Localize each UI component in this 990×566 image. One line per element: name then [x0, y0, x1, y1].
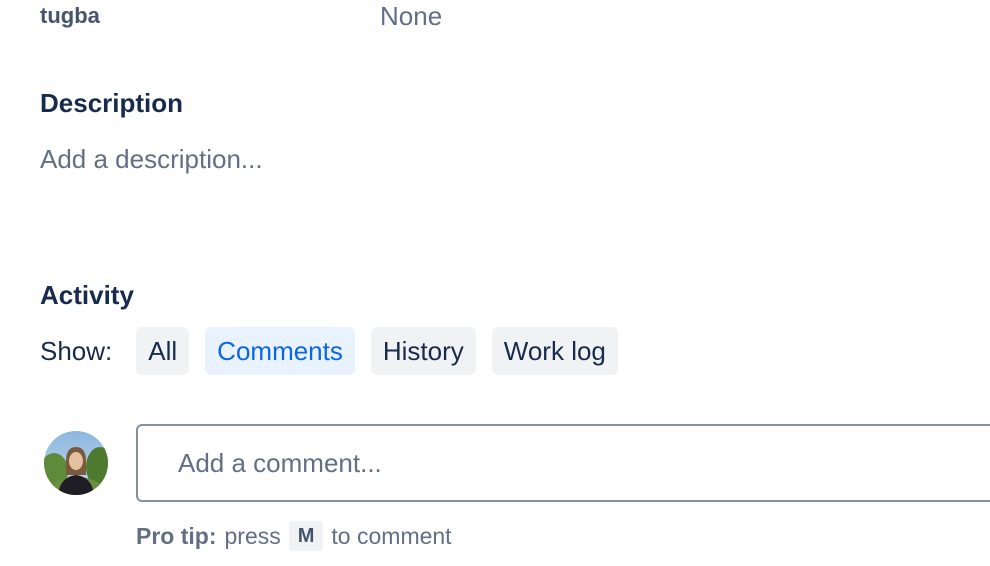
activity-filter-bar: Show: All Comments History Work log [40, 327, 634, 375]
filter-worklog-button[interactable]: Work log [491, 327, 618, 375]
shortcut-key: M [288, 521, 324, 551]
comment-input[interactable]: Add a comment... [136, 424, 990, 502]
description-heading: Description [40, 88, 184, 118]
field-row: tugba None [0, 0, 990, 34]
field-value[interactable]: None [380, 1, 442, 31]
show-label: Show: [40, 336, 113, 366]
activity-heading: Activity [40, 280, 134, 310]
filter-all-button[interactable]: All [136, 327, 190, 375]
pro-tip-text-before: press [224, 522, 281, 549]
user-avatar-icon [44, 431, 108, 495]
field-label: tugba [40, 3, 100, 28]
pro-tip-label: Pro tip: [136, 522, 217, 549]
user-avatar[interactable] [44, 431, 108, 495]
description-field[interactable]: Add a description... [40, 143, 263, 175]
pro-tip: Pro tip: press M to comment [136, 519, 452, 553]
pro-tip-text-after: to comment [331, 522, 452, 549]
filter-history-button[interactable]: History [370, 327, 476, 375]
filter-comments-button[interactable]: Comments [205, 327, 355, 375]
